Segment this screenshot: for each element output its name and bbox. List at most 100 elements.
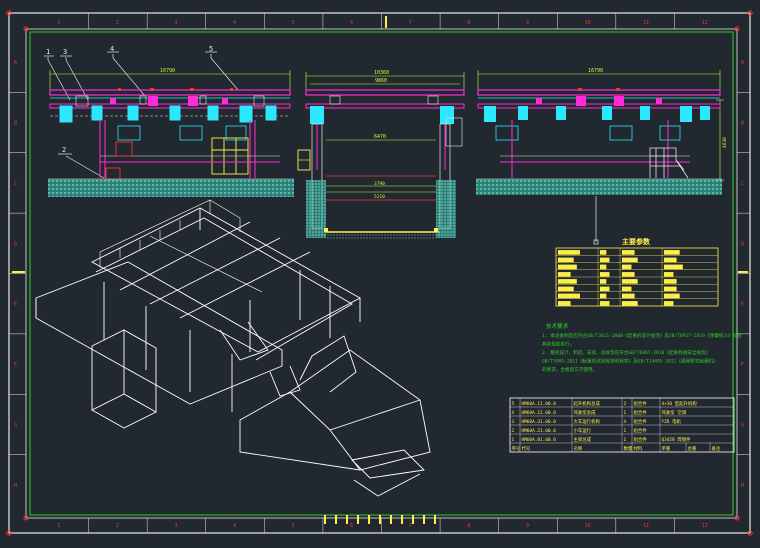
- cad-drawing-canvas[interactable]: 1 1 2 2 3 3 4 4 5 5 6 6 7 7 8 8 9 9 10 10 11 11 12 12 A A B B C C D D E E…: [0, 0, 760, 544]
- bom-cell: HM60A.21.00.0: [522, 428, 557, 434]
- zone-row-right: G: [741, 422, 744, 428]
- param-cell: ▆▆▆▆▆: [621, 300, 638, 306]
- param-cell: ▆▆: [599, 279, 607, 285]
- zone-col-bottom: 1: [57, 523, 60, 529]
- bom-cell: 2: [624, 401, 627, 407]
- param-cell: ▆▆▆▆▆▆: [663, 264, 684, 270]
- note-line: 1. 本设备制造应符合GB/T3811-2008《起重机设计规范》及JB/T89…: [542, 332, 742, 339]
- zone-row-left: D: [14, 241, 17, 247]
- param-cell: ▆▆▆: [599, 257, 610, 263]
- isometric-view[interactable]: [35, 199, 431, 497]
- dim-center-low-2: 5210: [374, 194, 385, 200]
- bom-cell: YZR 电机: [662, 418, 682, 425]
- dim-left-width: 16790: [160, 68, 175, 74]
- param-cell: ▆▆▆▆▆▆: [557, 264, 578, 270]
- bom-cell: 组合件: [634, 436, 648, 443]
- param-cell: ▆▆▆: [663, 300, 674, 306]
- param-cell: ▆▆▆▆: [663, 279, 677, 285]
- param-cell: ▆▆▆: [599, 300, 610, 306]
- bom-cell: 主梁总成: [574, 436, 592, 443]
- zone-row-left: E: [14, 302, 17, 308]
- parameters-table[interactable]: 主要参数 ▆▆▆▆▆▆▆ ▆▆ ▆▆▆▆ ▆▆▆▆▆▆▆▆▆▆ ▆▆▆ ▆▆▆▆▆ ▆▆▆▆…: [555, 237, 719, 307]
- dim-center-span: 6470: [374, 134, 386, 140]
- callout-4: 4: [110, 45, 114, 53]
- dim-center-inner: 9860: [375, 78, 387, 84]
- callout-5: 5: [209, 45, 213, 53]
- bom-cell: HM60A.11.00.0: [522, 401, 557, 407]
- param-cell: ▆▆▆▆: [557, 271, 571, 277]
- zone-col-top: 12: [702, 20, 708, 26]
- callout-3: 3: [63, 48, 67, 56]
- zone-row-right: E: [741, 302, 744, 308]
- zone-col-bottom: 10: [585, 523, 591, 529]
- center-section-view[interactable]: 10360 9860 6470 3790 5210: [297, 70, 465, 240]
- zone-col-top: 8: [467, 20, 470, 26]
- note-line: 的要求，合格后方可使用。: [542, 366, 597, 373]
- zone-row-right: A: [741, 60, 744, 66]
- param-cell: ▆▆▆: [621, 286, 632, 292]
- bom-cell: 4: [512, 410, 515, 416]
- right-elevation-view[interactable]: 16790 4630: [476, 68, 728, 245]
- bom-cell: 3: [512, 419, 515, 425]
- bom-cell: 1: [624, 410, 627, 416]
- dim-center-top: 10360: [374, 70, 389, 76]
- zone-col-bottom: 4: [233, 523, 236, 529]
- zone-row-left: C: [14, 181, 17, 187]
- zone-col-bottom: 6: [350, 523, 353, 529]
- left-elevation-view[interactable]: 1 3 4 5 2 16790: [44, 45, 294, 197]
- param-cell: ▆▆▆▆▆: [621, 279, 638, 285]
- param-cell: ▆▆▆▆: [663, 257, 677, 263]
- bom-cell: HM60A.31.00.0: [522, 419, 557, 425]
- dim-right-height: 4630: [722, 137, 728, 148]
- param-cell: ▆▆▆▆▆▆▆: [557, 293, 581, 299]
- dim-right-width: 16790: [588, 68, 603, 74]
- zone-col-top: 3: [174, 20, 177, 26]
- zone-row-left: A: [14, 60, 17, 66]
- zone-row-right: H: [741, 483, 744, 489]
- bom-cell: 组合件: [634, 427, 648, 434]
- param-cell: ▆▆▆▆▆: [663, 293, 680, 299]
- bom-cell: HM60A.01.00.0: [522, 437, 557, 443]
- param-cell: ▆▆▆▆▆: [557, 286, 574, 292]
- param-cell: ▆▆: [599, 264, 607, 270]
- zone-col-top: 7: [409, 20, 412, 26]
- zone-col-bottom: 3: [174, 523, 177, 529]
- bom-header-cell: 名称: [574, 445, 583, 452]
- zone-row-right: F: [741, 362, 744, 368]
- zone-col-top: 11: [643, 20, 649, 26]
- bom-cell: 驾驶室 空调: [662, 409, 687, 416]
- param-cell: ▆▆▆▆: [621, 293, 635, 299]
- zone-row-left: F: [14, 362, 17, 368]
- bom-cell: 5: [512, 401, 515, 407]
- bom-cell: 2: [512, 428, 515, 434]
- param-cell: ▆▆▆▆: [557, 300, 571, 306]
- zone-col-bottom: 9: [526, 523, 529, 529]
- param-cell: ▆▆▆▆▆: [663, 250, 680, 256]
- zone-col-bottom: 5: [292, 523, 295, 529]
- param-cell: ▆▆▆▆: [621, 250, 635, 256]
- zone-col-top: 5: [292, 20, 295, 26]
- bom-header-cell: 单重: [662, 445, 671, 452]
- bill-of-materials[interactable]: 5 HM60A.11.00.0 起升机构总成 2 组合件 4×30 型起升机构 4 HM60A…: [509, 397, 735, 453]
- zone-col-bottom: 11: [643, 523, 649, 529]
- param-cell: ▆▆▆▆: [663, 286, 677, 292]
- zone-row-right: C: [741, 181, 744, 187]
- callout-1: 1: [46, 48, 50, 56]
- bom-cell: 组合件: [634, 400, 648, 407]
- zone-col-bottom: 7: [409, 523, 412, 529]
- parameters-table-title: 主要参数: [622, 237, 651, 246]
- param-cell: ▆▆▆▆▆: [557, 257, 574, 263]
- param-cell: ▆▆▆▆▆▆▆: [557, 250, 581, 256]
- bom-header-cell: 材料: [634, 445, 643, 452]
- param-cell: ▆▆▆: [599, 271, 610, 277]
- note-line: 2. 整机设计、制造、安装、验收等应符合GB/T6067-2010《起重机械安全…: [542, 349, 710, 356]
- param-cell: ▆▆▆▆: [621, 271, 635, 277]
- zone-col-bottom: 12: [702, 523, 708, 529]
- bom-cell: 1: [624, 437, 627, 443]
- bom-header-cell: 备注: [712, 445, 721, 452]
- bom-cell: 组合件: [634, 409, 648, 416]
- zone-col-top: 4: [233, 20, 236, 26]
- param-cell: ▆▆▆▆▆: [621, 257, 638, 263]
- bom-cell: 大车运行机构: [574, 418, 601, 425]
- param-cell: ▆▆▆▆▆▆: [557, 279, 578, 285]
